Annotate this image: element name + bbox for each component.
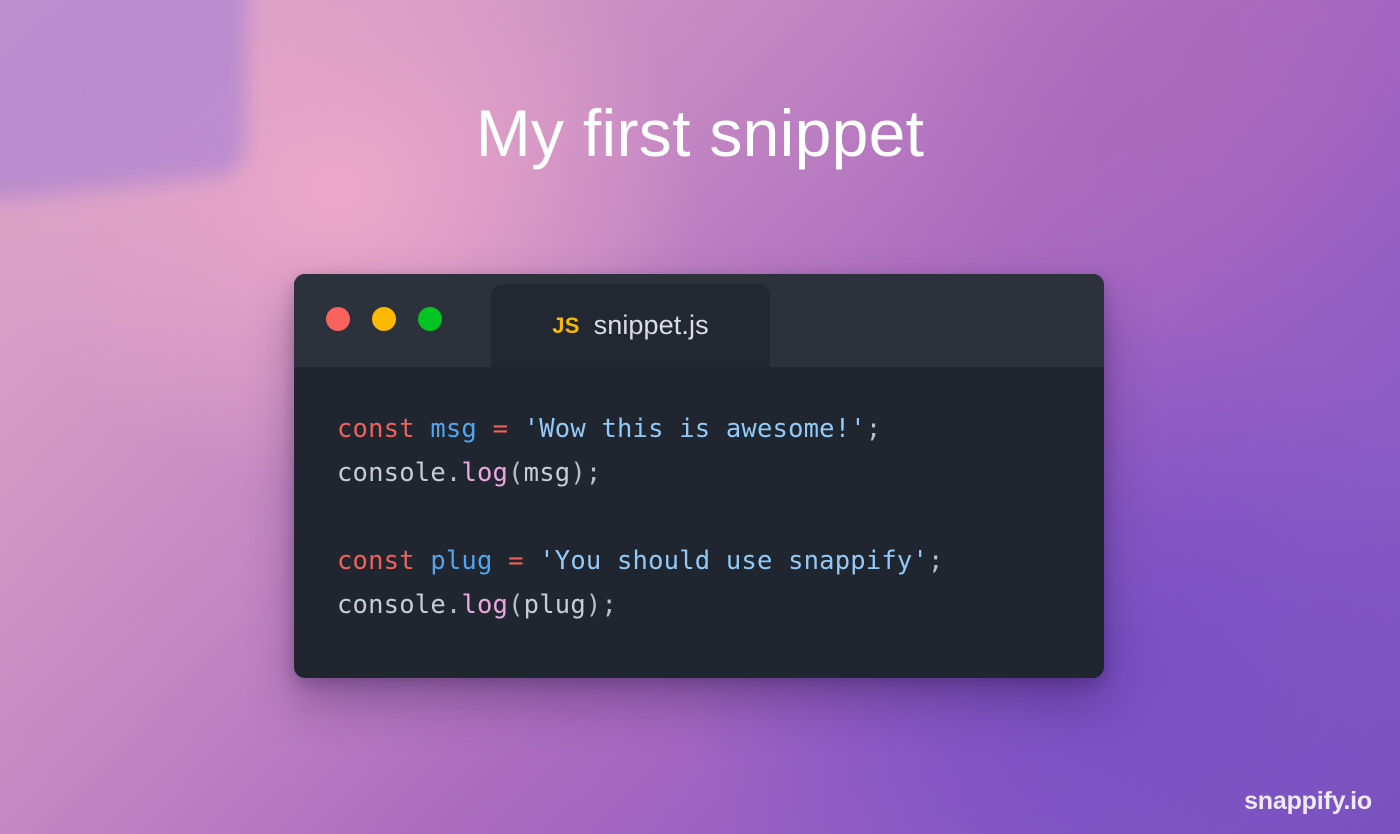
code-token: ( xyxy=(508,590,524,620)
close-window-icon[interactable] xyxy=(326,307,350,331)
javascript-file-icon: JS xyxy=(552,312,580,338)
code-token: . xyxy=(445,590,462,620)
code-token: plug xyxy=(523,590,586,620)
code-token: log xyxy=(461,458,509,488)
code-line: const msg = 'Wow this is awesome!'; xyxy=(337,407,1104,451)
code-token: ; xyxy=(928,546,944,576)
code-window: JS snippet.js const msg = 'Wow this is a… xyxy=(294,274,1104,678)
code-token: ; xyxy=(585,458,602,488)
code-line: console.log(msg); xyxy=(337,451,1104,495)
code-token: ( xyxy=(508,458,524,488)
code-token: ) xyxy=(570,458,586,488)
code-token: msg xyxy=(523,458,571,488)
code-token: const xyxy=(337,414,415,444)
code-token: plug xyxy=(430,546,493,576)
code-token: ; xyxy=(601,590,618,620)
code-token: 'You should use snappify' xyxy=(539,546,929,576)
code-window-titlebar: JS snippet.js xyxy=(294,274,1104,367)
tab-label: snippet.js xyxy=(593,310,709,340)
code-token: . xyxy=(445,458,462,488)
code-token: ) xyxy=(585,590,602,620)
code-token: = xyxy=(492,414,509,444)
code-token: console xyxy=(337,590,446,620)
tab-snippet-js[interactable]: JS snippet.js xyxy=(491,284,770,367)
code-token: ; xyxy=(865,414,882,444)
code-token: const xyxy=(337,546,415,576)
code-editor-content[interactable]: const msg = 'Wow this is awesome!'; conso… xyxy=(294,367,1104,627)
code-line: console.log(plug); xyxy=(337,583,1104,627)
page-title: My first snippet xyxy=(475,96,925,170)
code-line: const plug = 'You should use snappify'; xyxy=(337,539,1104,583)
code-token: console xyxy=(337,458,446,488)
code-token: msg xyxy=(430,414,477,444)
code-token: = xyxy=(508,546,524,576)
code-token: log xyxy=(461,590,509,620)
code-token: 'Wow this is awesome!' xyxy=(523,414,866,444)
snippet-canvas: My first snippet JS snippet.js const msg… xyxy=(0,0,1400,834)
minimize-window-icon[interactable] xyxy=(372,307,396,331)
maximize-window-icon[interactable] xyxy=(418,307,442,331)
snappify-watermark: snappify.io xyxy=(1244,787,1372,815)
traffic-light-group xyxy=(326,307,442,331)
